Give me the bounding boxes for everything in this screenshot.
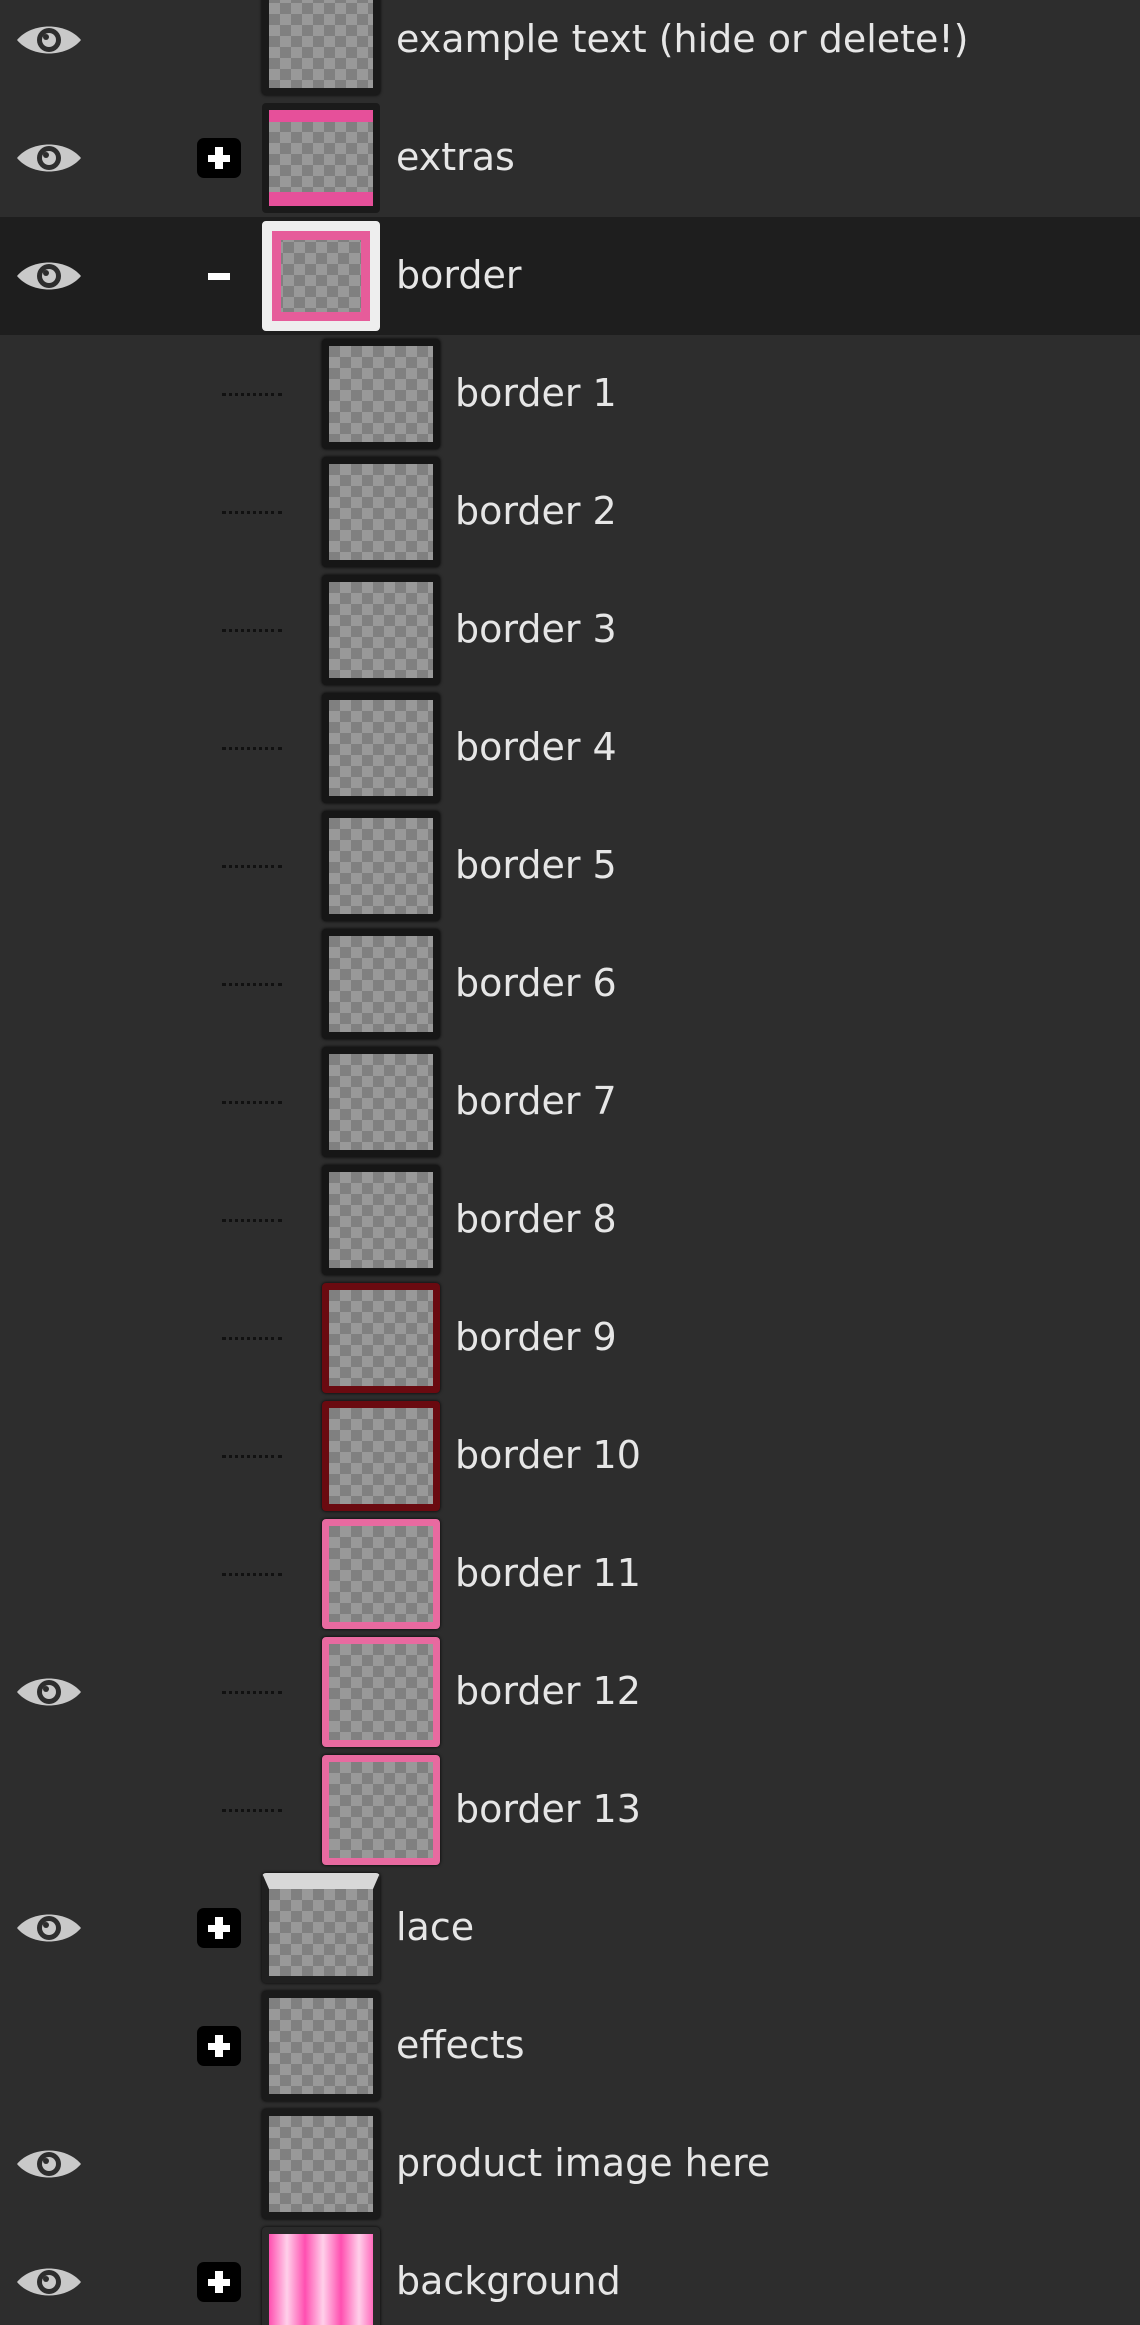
layer-name: border 5: [455, 843, 617, 887]
layer-thumbnail: [322, 457, 440, 567]
layer-name: border 8: [455, 1197, 617, 1241]
layer-name: border 2: [455, 489, 617, 533]
layer-row[interactable]: border 11: [0, 1515, 1140, 1633]
eye-icon[interactable]: [14, 136, 84, 180]
tree-connector-tick: [222, 571, 282, 689]
plus-icon[interactable]: [197, 2026, 241, 2066]
layer-name: effects: [396, 2023, 525, 2067]
layer-row[interactable]: lace: [0, 1869, 1140, 1987]
layer-thumbnail: [322, 929, 440, 1039]
layer-thumbnail: [322, 575, 440, 685]
layer-thumbnail: [322, 1637, 440, 1747]
layer-name: border 7: [455, 1079, 617, 1123]
layer-row[interactable]: border 5: [0, 807, 1140, 925]
plus-icon[interactable]: [197, 138, 241, 178]
layer-row[interactable]: product image here: [0, 2105, 1140, 2223]
layer-row[interactable]: example text (hide or delete!): [0, 0, 1140, 99]
layer-row[interactable]: border 9: [0, 1279, 1140, 1397]
tree-connector-tick: [222, 1633, 282, 1751]
eye-icon[interactable]: [14, 18, 84, 62]
layer-thumbnail: [262, 2227, 380, 2325]
layer-thumbnail: [322, 1519, 440, 1629]
layer-row[interactable]: border 7: [0, 1043, 1140, 1161]
layer-name: lace: [396, 1905, 475, 1949]
layer-name: border 3: [455, 607, 617, 651]
layer-row[interactable]: border 6: [0, 925, 1140, 1043]
layer-row[interactable]: border 3: [0, 571, 1140, 689]
layer-thumbnail: [322, 1165, 440, 1275]
layer-thumbnail: [262, 2109, 380, 2219]
layer-name: border 6: [455, 961, 617, 1005]
layer-thumbnail: [322, 1401, 440, 1511]
layer-thumbnail: [322, 339, 440, 449]
layer-row[interactable]: border 10: [0, 1397, 1140, 1515]
layer-name: extras: [396, 135, 515, 179]
eye-icon[interactable]: [14, 254, 84, 298]
layer-row[interactable]: effects: [0, 1987, 1140, 2105]
eye-icon[interactable]: [14, 2142, 84, 2186]
layer-thumbnail: [322, 1283, 440, 1393]
tree-connector-tick: [222, 453, 282, 571]
eye-icon[interactable]: [14, 1670, 84, 1714]
tree-connector-tick: [222, 1043, 282, 1161]
tree-connector-tick: [222, 1161, 282, 1279]
layer-thumbnail: [322, 1755, 440, 1865]
layer-thumbnail: [322, 1047, 440, 1157]
tree-connector-tick: [222, 1751, 282, 1869]
layers-panel: example text (hide or delete!) extras bord…: [0, 0, 1140, 2325]
layer-name: example text (hide or delete!): [396, 17, 969, 61]
tree-connector-tick: [222, 925, 282, 1043]
tree-connector-tick: [222, 1515, 282, 1633]
layer-thumbnail: [262, 0, 380, 95]
layer-row[interactable]: extras: [0, 99, 1140, 217]
layer-name: border: [396, 253, 522, 297]
layer-name: border 12: [455, 1669, 641, 1713]
tree-connector-tick: [222, 335, 282, 453]
layer-row[interactable]: border 2: [0, 453, 1140, 571]
layer-name: border 13: [455, 1787, 641, 1831]
tree-connector-tick: [222, 1279, 282, 1397]
layer-row[interactable]: border: [0, 217, 1140, 335]
minus-icon[interactable]: [197, 256, 241, 296]
layer-thumbnail: [262, 221, 380, 331]
layer-row[interactable]: border 8: [0, 1161, 1140, 1279]
layer-row[interactable]: border 1: [0, 335, 1140, 453]
layer-thumbnail: [262, 103, 380, 213]
eye-icon[interactable]: [14, 2260, 84, 2304]
tree-connector-tick: [222, 689, 282, 807]
layer-name: border 11: [455, 1551, 641, 1595]
layer-name: border 9: [455, 1315, 617, 1359]
plus-icon[interactable]: [197, 1908, 241, 1948]
layer-thumbnail: [262, 1991, 380, 2101]
layer-name: border 1: [455, 371, 617, 415]
tree-connector-tick: [222, 807, 282, 925]
layer-name: border 10: [455, 1433, 641, 1477]
layer-thumbnail: [322, 693, 440, 803]
layer-row[interactable]: border 4: [0, 689, 1140, 807]
tree-connector-tick: [222, 1397, 282, 1515]
eye-icon[interactable]: [14, 1906, 84, 1950]
layer-thumbnail: [322, 811, 440, 921]
layer-name: border 4: [455, 725, 617, 769]
layer-name: background: [396, 2259, 621, 2303]
plus-icon[interactable]: [197, 2262, 241, 2302]
layer-name: product image here: [396, 2141, 771, 2185]
layer-thumbnail: [262, 1873, 380, 1983]
layer-row[interactable]: border 13: [0, 1751, 1140, 1869]
layer-row[interactable]: border 12: [0, 1633, 1140, 1751]
layer-row[interactable]: background: [0, 2223, 1140, 2325]
